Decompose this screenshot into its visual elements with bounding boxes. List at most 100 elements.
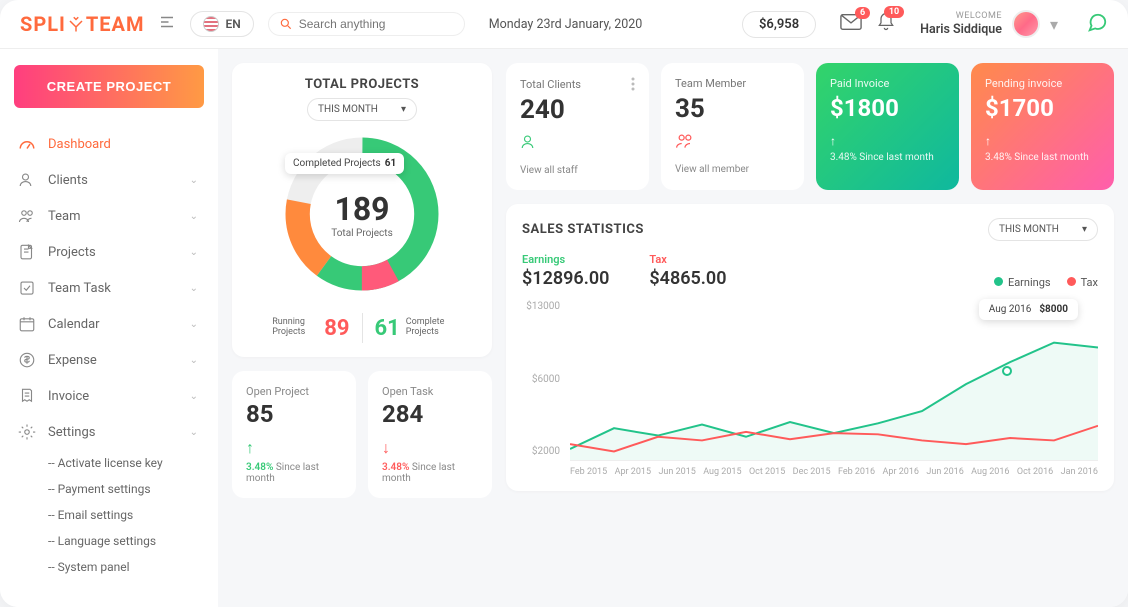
team-icon: [675, 132, 790, 154]
dashboard-icon: [18, 135, 36, 153]
mail-badge: 6: [855, 7, 870, 19]
arrow-up-icon: ↑: [246, 438, 342, 458]
search-icon: [279, 17, 293, 31]
language-selector[interactable]: EN: [190, 11, 253, 37]
menu-toggle[interactable]: [158, 13, 176, 35]
sidebar-sub-system[interactable]: -- System panel: [14, 554, 204, 580]
team-icon: [18, 207, 36, 225]
invoice-icon: [18, 387, 36, 405]
bell-badge: 10: [884, 6, 904, 18]
sales-statistics-card: SALES STATISTICS THIS MONTH▾ Earnings$12…: [506, 204, 1114, 491]
y-axis-labels: $13000$6000$2000: [522, 301, 566, 457]
arrow-up-icon: ↑: [830, 134, 945, 148]
search-box[interactable]: [268, 12, 465, 36]
sidebar-item-team-task[interactable]: Team Task ⌄: [14, 270, 204, 306]
projects-icon: [18, 243, 36, 261]
caret-down-icon: ▾: [1082, 224, 1087, 235]
team-member-card: Team Member 35 View all member: [661, 63, 804, 190]
total-projects-title: TOTAL PROJECTS: [248, 77, 476, 92]
nav-label: Expense: [48, 353, 97, 368]
mail-icon[interactable]: 6: [840, 13, 862, 35]
chevron-down-icon[interactable]: ▾: [1050, 15, 1058, 34]
balance-pill[interactable]: $6,958: [742, 11, 816, 38]
task-icon: [18, 279, 36, 297]
main-content: TOTAL PROJECTS THIS MONTH▾: [218, 49, 1128, 607]
flag-icon: [203, 16, 219, 32]
nav-label: Settings: [48, 425, 95, 440]
pending-invoice-card: Pending invoice $1700 ↑ 3.48% Since last…: [971, 63, 1114, 190]
chat-icon[interactable]: [1086, 11, 1108, 37]
chevron-down-icon: ⌄: [190, 355, 198, 366]
view-all-staff-link[interactable]: View all staff: [520, 165, 635, 176]
nav-list: Dashboard Clients ⌄ Team ⌄ Projects ⌄: [14, 126, 204, 580]
gear-icon: [18, 423, 36, 441]
nav-label: Team Task: [48, 281, 111, 296]
header-icons: 6 10: [840, 12, 896, 36]
total-clients-card: Total Clients 240 View all staff: [506, 63, 649, 190]
sidebar-item-clients[interactable]: Clients ⌄: [14, 162, 204, 198]
sidebar-sub-language[interactable]: -- Language settings: [14, 528, 204, 554]
client-icon: [520, 133, 635, 155]
running-projects: Running Projects 89: [272, 316, 349, 341]
arrow-down-icon: ↓: [382, 438, 478, 458]
expense-icon: [18, 351, 36, 369]
caret-down-icon: ▾: [401, 104, 406, 115]
logo: SPLITEAM: [20, 12, 144, 36]
view-all-member-link[interactable]: View all member: [675, 164, 790, 175]
sidebar-item-calendar[interactable]: Calendar ⌄: [14, 306, 204, 342]
sales-title: SALES STATISTICS: [522, 222, 644, 237]
sidebar-item-dashboard[interactable]: Dashboard: [14, 126, 204, 162]
chart-indicator: [1002, 366, 1012, 376]
sidebar-sub-activate-license[interactable]: -- Activate license key: [14, 450, 204, 476]
chevron-down-icon: ⌄: [190, 175, 198, 186]
create-project-button[interactable]: CREATE PROJECT: [14, 65, 204, 108]
nav-label: Team: [48, 209, 81, 224]
chevron-down-icon: ⌄: [190, 319, 198, 330]
sidebar-item-invoice[interactable]: Invoice ⌄: [14, 378, 204, 414]
language-code: EN: [225, 17, 240, 31]
welcome-label: WELCOME: [920, 11, 1002, 22]
total-projects-range[interactable]: THIS MONTH▾: [307, 98, 417, 121]
total-projects-value: 189: [334, 190, 389, 228]
nav-label: Projects: [48, 245, 96, 260]
donut-tooltip: Completed Projects 61: [285, 153, 404, 174]
nav-label: Dashboard: [48, 137, 111, 152]
clients-icon: [18, 171, 36, 189]
sidebar-sub-payment[interactable]: -- Payment settings: [14, 476, 204, 502]
complete-projects: 61 Complete Projects: [375, 316, 452, 341]
chart-legend: Earnings Tax: [994, 276, 1098, 289]
nav-label: Invoice: [48, 389, 89, 404]
total-projects-card: TOTAL PROJECTS THIS MONTH▾: [232, 63, 492, 357]
app-frame: SPLITEAM EN Monday 23rd January, 2020 $6…: [0, 0, 1128, 607]
chevron-down-icon: ⌄: [190, 283, 198, 294]
sidebar-item-settings[interactable]: Settings ⌄: [14, 414, 204, 450]
chevron-down-icon: ⌄: [190, 247, 198, 258]
chart-tooltip: Aug 2016 $8000: [979, 299, 1078, 320]
x-axis-labels: Feb 2015Apr 2015Jun 2015Aug 2015Oct 2015…: [570, 467, 1098, 477]
user-menu[interactable]: WELCOME Haris Siddique ▾: [920, 10, 1058, 38]
chevron-down-icon: ⌄: [190, 211, 198, 222]
sidebar-item-team[interactable]: Team ⌄: [14, 198, 204, 234]
bell-icon[interactable]: 10: [876, 12, 896, 36]
total-projects-label: Total Projects: [331, 228, 392, 239]
header: SPLITEAM EN Monday 23rd January, 2020 $6…: [0, 0, 1128, 49]
paid-invoice-card: Paid Invoice $1800 ↑ 3.48% Since last mo…: [816, 63, 959, 190]
sidebar-sub-email[interactable]: -- Email settings: [14, 502, 204, 528]
calendar-icon: [18, 315, 36, 333]
logo-icon: [67, 15, 85, 33]
nav-label: Clients: [48, 173, 88, 188]
sales-range[interactable]: THIS MONTH▾: [988, 218, 1098, 241]
nav-label: Calendar: [48, 317, 100, 332]
username: Haris Siddique: [920, 22, 1002, 37]
line-chart: Aug 2016 $8000: [570, 301, 1098, 461]
open-project-card: Open Project 85 ↑ 3.48% Since last month: [232, 371, 356, 498]
sidebar: CREATE PROJECT Dashboard Clients ⌄ Team …: [0, 49, 218, 607]
sidebar-item-projects[interactable]: Projects ⌄: [14, 234, 204, 270]
search-input[interactable]: [299, 17, 454, 31]
avatar: [1012, 10, 1040, 38]
sidebar-item-expense[interactable]: Expense ⌄: [14, 342, 204, 378]
more-icon[interactable]: [631, 77, 635, 91]
arrow-up-icon: ↑: [985, 134, 1100, 148]
chevron-down-icon: ⌄: [190, 427, 198, 438]
open-task-card: Open Task 284 ↓ 3.48% Since last month: [368, 371, 492, 498]
